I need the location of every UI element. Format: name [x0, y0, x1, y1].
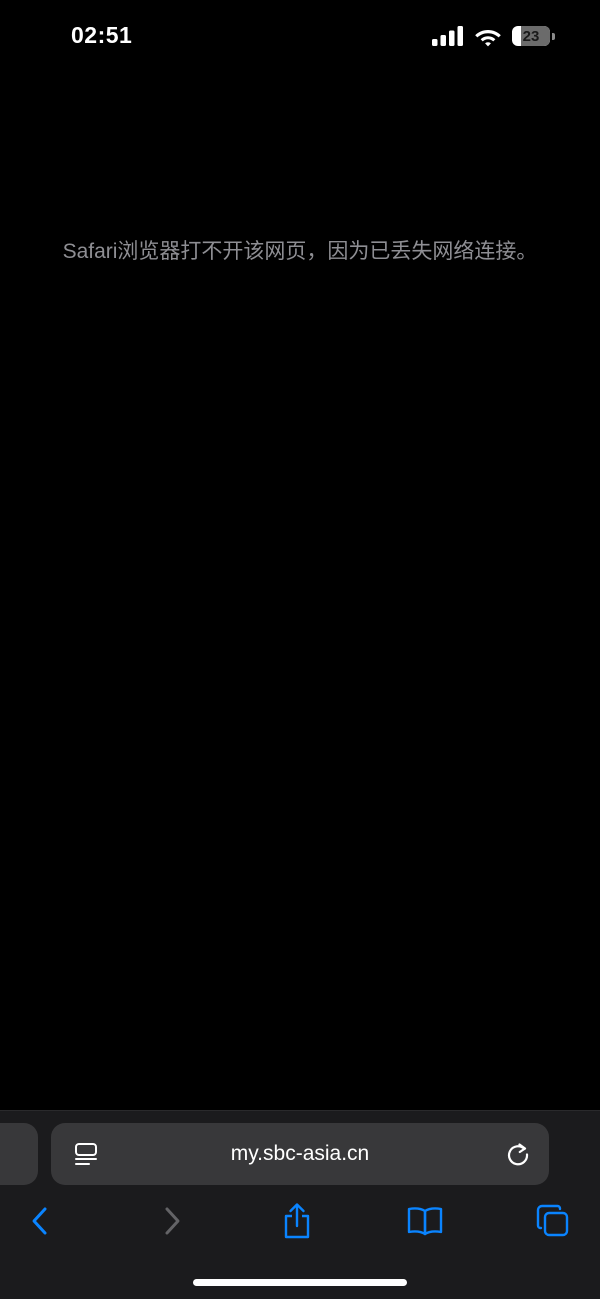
status-bar: 02:51 23	[0, 0, 600, 72]
status-indicators: 23	[432, 24, 556, 48]
battery-icon: 23	[512, 25, 556, 47]
forward-button[interactable]	[150, 1199, 194, 1243]
previous-tab-preview[interactable]	[0, 1123, 38, 1185]
safari-toolbar: my.sbc-asia.cn	[0, 1110, 600, 1299]
share-button[interactable]	[275, 1199, 319, 1243]
address-url[interactable]: my.sbc-asia.cn	[111, 1123, 489, 1185]
address-bar[interactable]: my.sbc-asia.cn	[51, 1123, 549, 1185]
bookmarks-button[interactable]	[403, 1199, 447, 1243]
battery-cap	[552, 32, 555, 40]
back-button[interactable]	[18, 1199, 62, 1243]
wifi-icon	[475, 29, 501, 46]
status-time: 02:51	[71, 22, 133, 48]
reload-icon[interactable]	[505, 1141, 531, 1167]
tabs-button[interactable]	[531, 1199, 575, 1243]
share-icon	[284, 1203, 310, 1239]
cellular-signal-icon	[432, 26, 463, 46]
tabs-overview-icon	[536, 1204, 569, 1237]
home-indicator[interactable]	[193, 1279, 407, 1286]
battery-body: 23	[512, 26, 550, 46]
navigation-bar	[0, 1199, 600, 1243]
forward-chevron-icon	[165, 1207, 180, 1235]
error-message: Safari浏览器打不开该网页，因为已丢失网络连接。	[62, 240, 538, 263]
bookmarks-book-icon	[407, 1207, 443, 1236]
reader-format-icon[interactable]	[73, 1141, 99, 1167]
back-chevron-icon	[32, 1207, 47, 1235]
battery-level: 23	[522, 27, 540, 45]
